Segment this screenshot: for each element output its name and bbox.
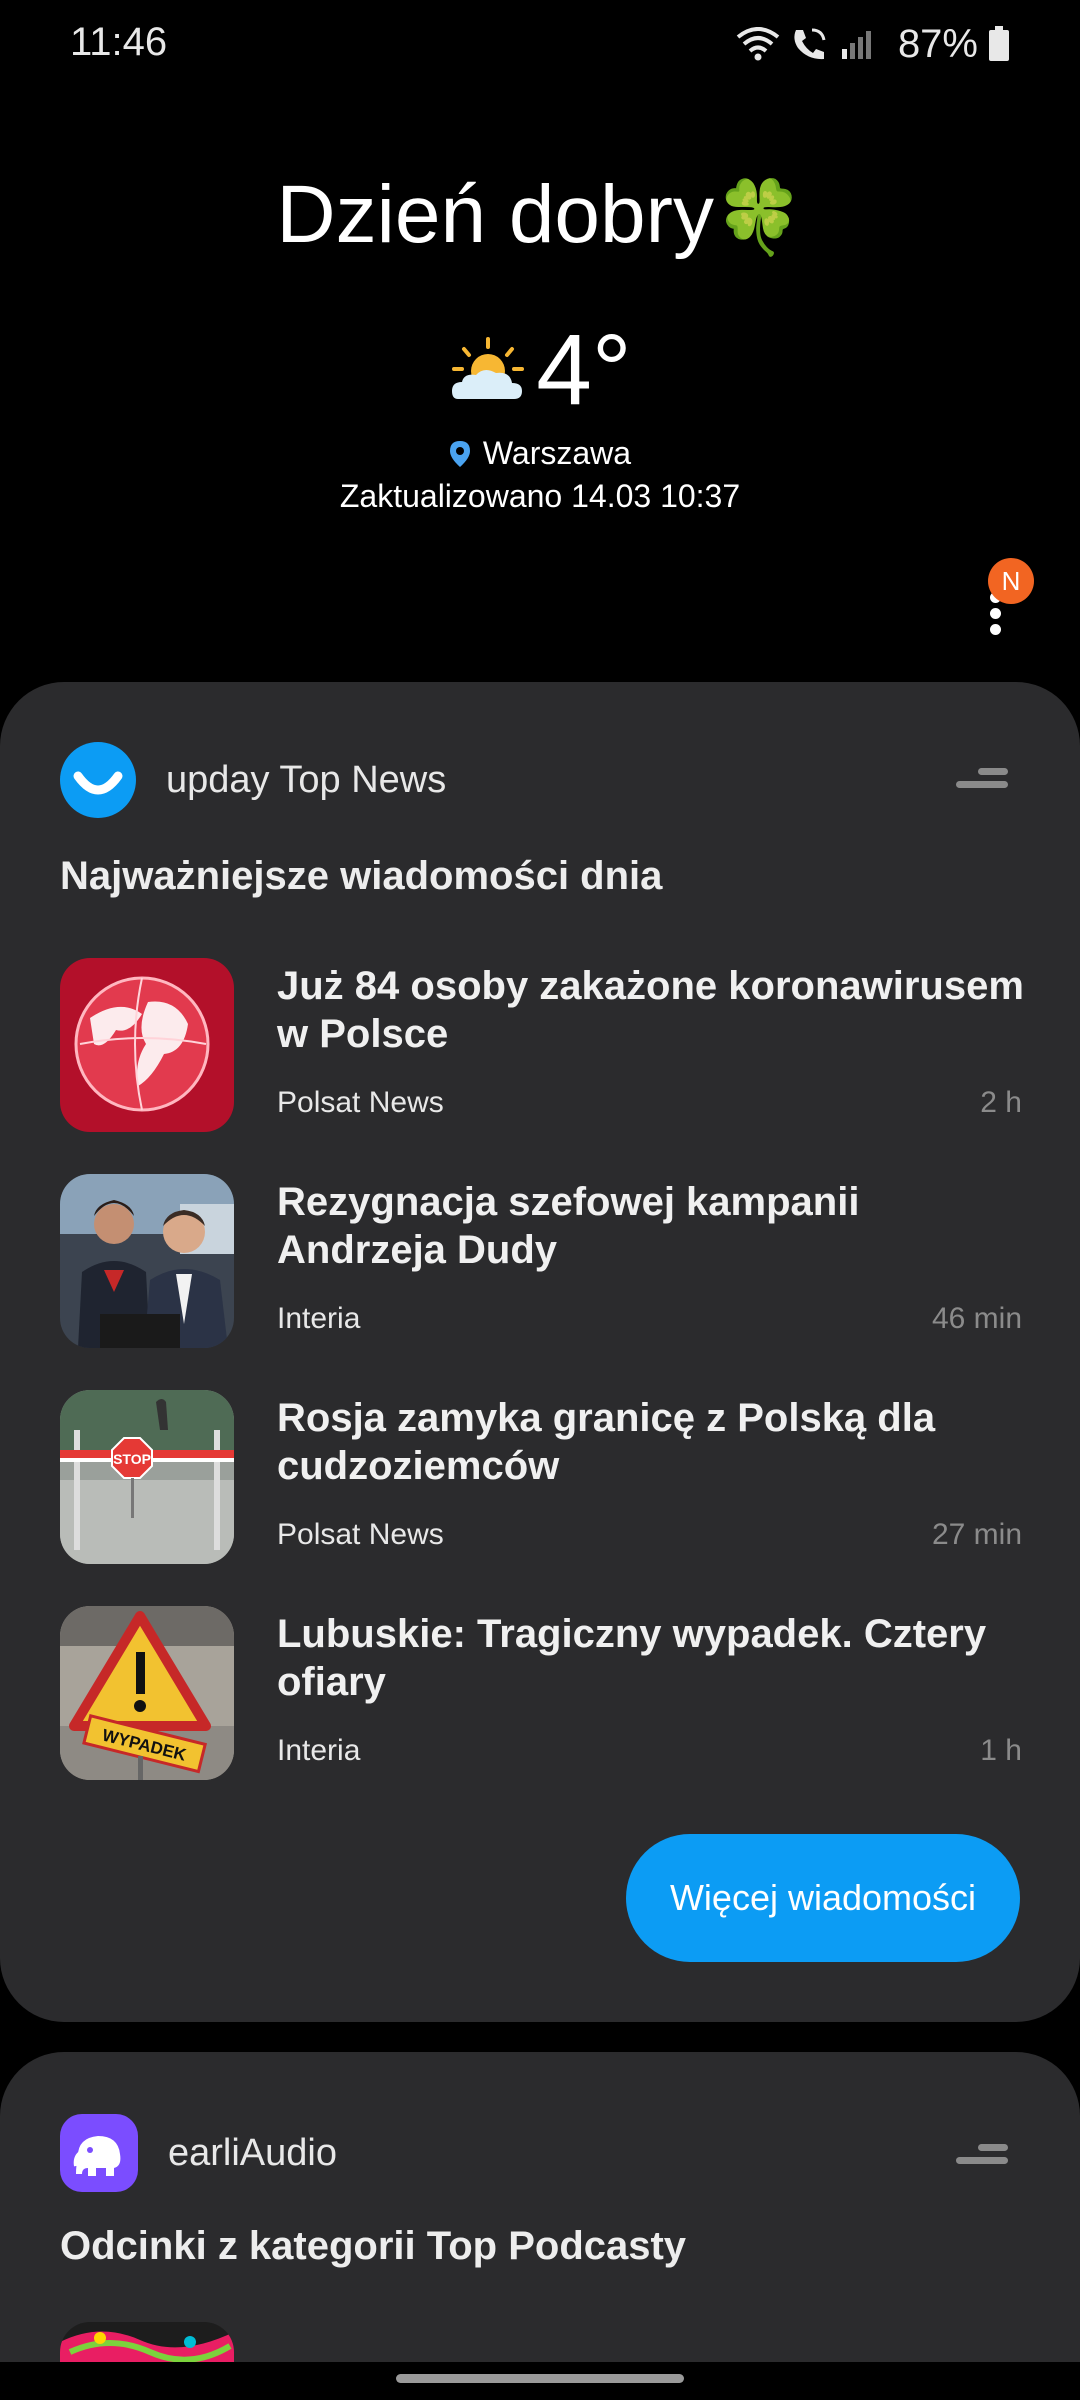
location-name: Warszawa: [482, 435, 632, 471]
greeting-title: Dzień dobry🍀: [0, 168, 1080, 262]
earliaudio-section-title: Odcinki z kategorii Top Podcasty: [60, 2224, 687, 2268]
news-time: 1 h: [980, 1734, 1022, 1767]
earliaudio-header[interactable]: earliAudio: [60, 2114, 337, 2192]
temperature: 4°: [536, 314, 632, 426]
signal-icon: [841, 31, 871, 59]
news-thumbnail-globe: [60, 958, 234, 1132]
home-gesture-bar[interactable]: [396, 2374, 684, 2383]
wifi-icon: [736, 27, 780, 61]
partly-cloudy-icon: [452, 337, 525, 399]
news-thumbnail-politicians: [60, 1174, 234, 1348]
earliaudio-app-name: earliAudio: [168, 2131, 337, 2174]
news-item[interactable]: WYPADEK Lubuskie: Tragiczny wypadek. Czt…: [60, 1606, 1022, 1782]
drag-handle-icon[interactable]: [956, 768, 1008, 790]
upday-header[interactable]: upday Top News: [60, 742, 446, 818]
stop-sign-label: STOP: [113, 1451, 151, 1467]
podcast-thumbnail[interactable]: [60, 2322, 234, 2362]
weather-updated-time: Zaktualizowano 14.03 10:37: [339, 478, 741, 514]
news-source: Polsat News: [277, 1086, 444, 1119]
greeting-text: Dzień dobry: [276, 169, 714, 260]
news-thumbnail-accident-sign: WYPADEK: [60, 1606, 234, 1780]
news-source: Interia: [277, 1302, 361, 1335]
battery-percentage: 87%: [897, 21, 978, 66]
status-bar: 11:46 87%: [0, 0, 1080, 90]
news-thumbnail-border-stop: STOP: [60, 1390, 234, 1564]
weather-location: Warszawa: [0, 435, 1080, 472]
news-time: 46 min: [931, 1302, 1022, 1335]
news-item[interactable]: Już 84 osoby zakażone koronawirusem w Po…: [60, 958, 1024, 1134]
news-headline: Lubuskie: Tragiczny wypadek. Cztery ofia…: [277, 1612, 987, 1704]
news-source: Polsat News: [277, 1518, 444, 1551]
notification-badge: N: [988, 558, 1034, 604]
upday-section-title: Najważniejsze wiadomości dnia: [60, 854, 663, 898]
news-time: 2 h: [980, 1086, 1022, 1119]
status-icons: 87%: [736, 20, 1010, 68]
clover-icon: 🍀: [713, 178, 804, 258]
battery-icon: [989, 26, 1009, 61]
earliaudio-card: earliAudio Odcinki z kategorii Top Podca…: [0, 2052, 1080, 2362]
news-item[interactable]: Rezygnacja szefowej kampanii Andrzeja Du…: [60, 1174, 1022, 1350]
news-time: 27 min: [931, 1518, 1022, 1551]
news-item[interactable]: STOP Rosja zamyka granicę z Polską dla c…: [60, 1390, 1022, 1566]
location-pin-icon: [449, 440, 470, 467]
wifi-calling-icon: [794, 28, 826, 60]
upday-app-name: upday Top News: [166, 758, 447, 801]
upday-logo-icon: [60, 742, 136, 818]
news-source: Interia: [277, 1734, 361, 1767]
status-time: 11:46: [70, 20, 168, 64]
news-headline: Rosja zamyka granicę z Polską dla cudzoz…: [277, 1396, 936, 1488]
upday-news-card: upday Top News Najważniejsze wiadomości …: [0, 682, 1080, 2022]
news-headline: Już 84 osoby zakażone koronawirusem w Po…: [277, 964, 1024, 1056]
earliaudio-logo-icon: [60, 2114, 138, 2192]
drag-handle-icon[interactable]: [956, 2144, 1008, 2166]
more-options-icon-dot: [990, 624, 1001, 635]
news-headline: Rezygnacja szefowej kampanii Andrzeja Du…: [277, 1180, 860, 1272]
weather-summary[interactable]: 4°: [0, 320, 1080, 420]
more-news-button[interactable]: Więcej wiadomości: [626, 1834, 1020, 1962]
more-options-icon-dot: [990, 608, 1001, 619]
